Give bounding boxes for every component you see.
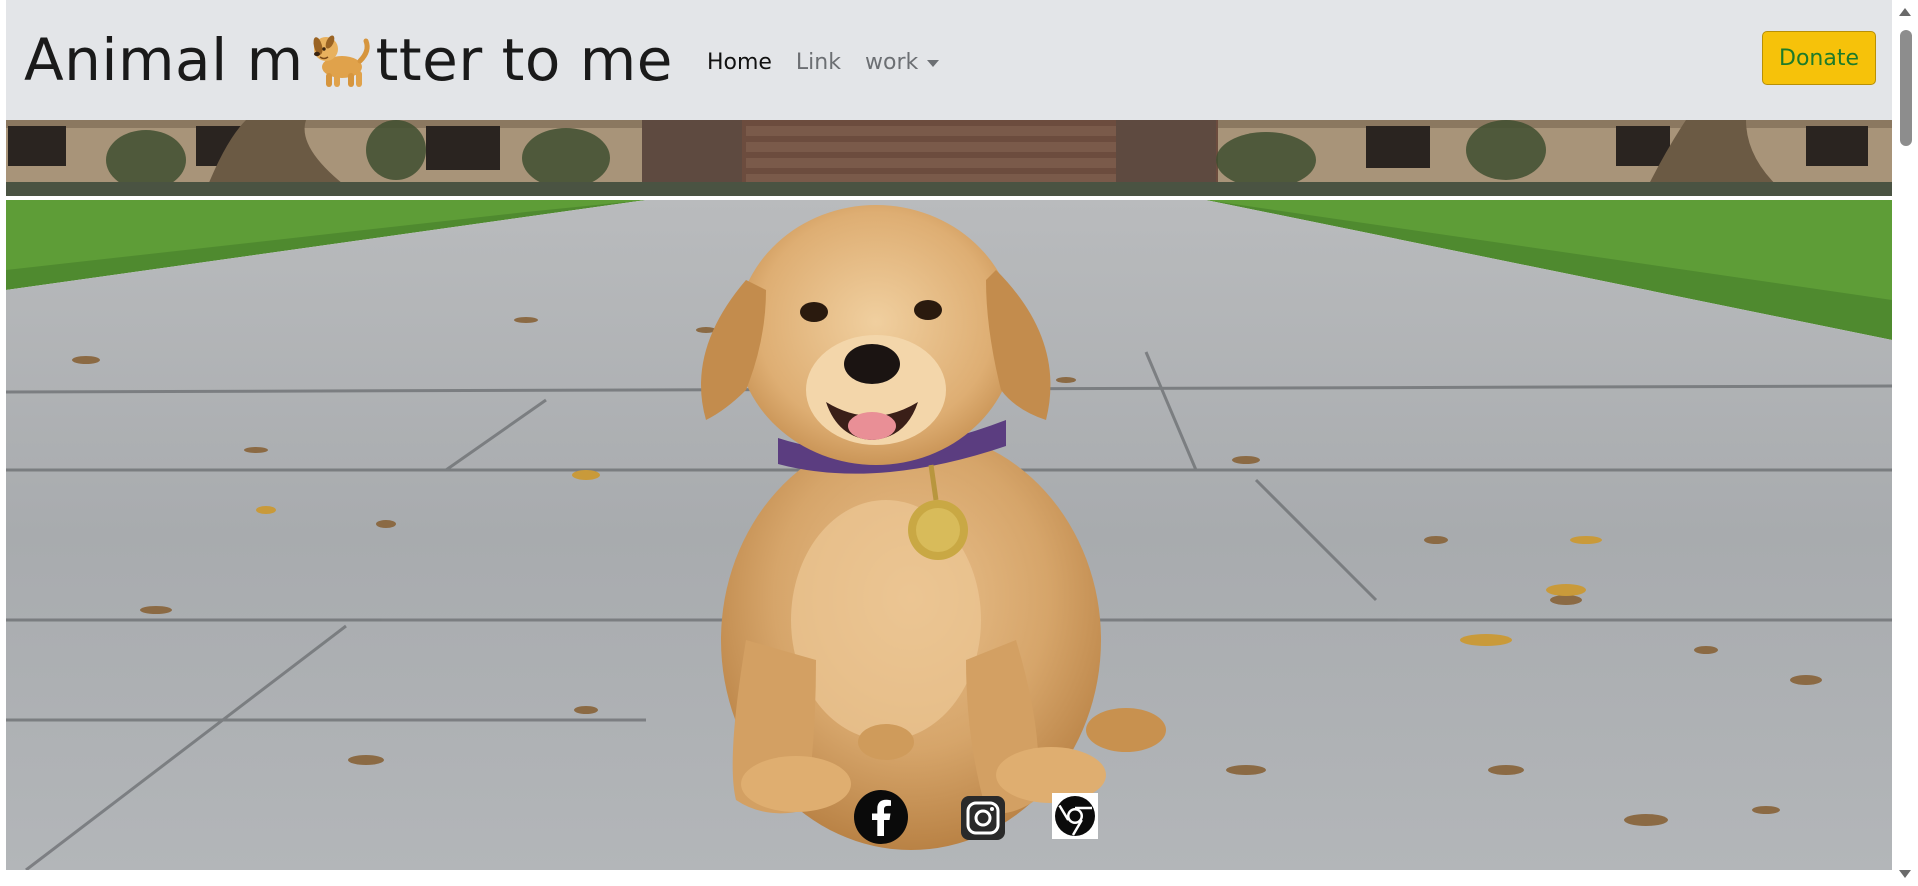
nav-work-dropdown[interactable]: work [864, 49, 940, 75]
facebook-icon[interactable] [854, 790, 908, 844]
golden-retriever-puppy-photo [6, 120, 1892, 870]
brand-suffix: tter to me [375, 26, 673, 94]
nav-link-link[interactable]: Link [796, 50, 841, 75]
nav-links: Home Link work [707, 50, 963, 75]
nav-work-label: work [864, 49, 919, 75]
navbar: Animal m tter to me Home Link work Donat… [6, 0, 1892, 120]
instagram-icon[interactable] [960, 795, 1006, 841]
chevron-down-icon [927, 59, 940, 67]
donate-button[interactable]: Donate [1762, 31, 1876, 85]
page: Animal m tter to me Home Link work Donat… [6, 0, 1892, 886]
chrome-icon[interactable] [1052, 793, 1098, 839]
brand-prefix: Animal m [24, 26, 304, 94]
scroll-thumb[interactable] [1900, 30, 1912, 146]
nav-home-link[interactable]: Home [707, 50, 772, 75]
brand-title[interactable]: Animal m tter to me [24, 26, 673, 94]
dog-icon [313, 35, 370, 87]
social-links [6, 790, 1892, 844]
scroll-up-arrow-icon[interactable] [1899, 8, 1911, 16]
hero-image [6, 120, 1892, 870]
scroll-down-arrow-icon[interactable] [1899, 870, 1911, 878]
vertical-scrollbar[interactable] [1892, 0, 1918, 886]
